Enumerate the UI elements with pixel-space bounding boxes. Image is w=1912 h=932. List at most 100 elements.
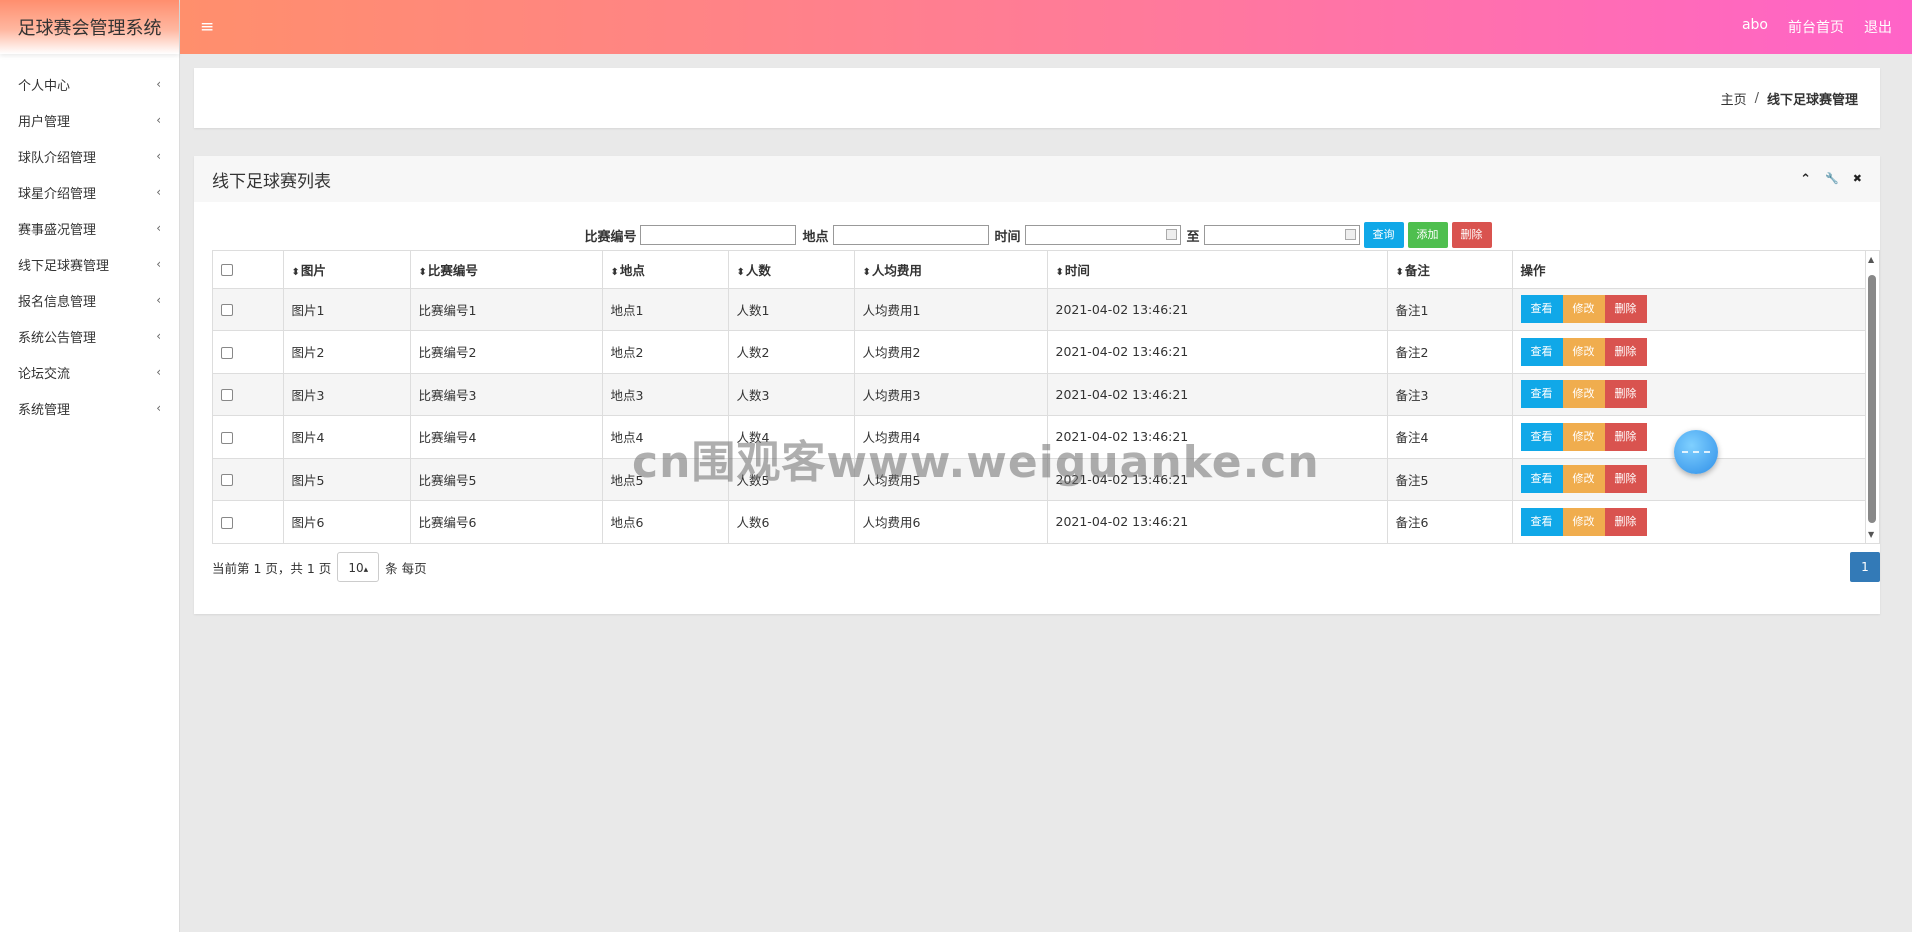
time-to-input[interactable] bbox=[1203, 225, 1360, 245]
sidebar-item-team-intro[interactable]: 球队介绍管理 ‹ bbox=[0, 138, 179, 174]
cell-time: 2021-04-02 13:46:21 bbox=[1047, 288, 1388, 331]
page-size-select[interactable]: 10▴ bbox=[337, 552, 380, 582]
view-button[interactable]: 查看 bbox=[1520, 295, 1563, 324]
menu-toggle-icon[interactable]: ≡ bbox=[200, 17, 214, 37]
column-header-label: 地点 bbox=[619, 262, 645, 278]
time-to-field[interactable] bbox=[1203, 225, 1360, 245]
sidebar-item-label: 个人中心 bbox=[18, 78, 71, 94]
sidebar-item-event-highlights[interactable]: 赛事盛况管理 ‹ bbox=[0, 210, 179, 246]
sidebar-item-offline-match[interactable]: 线下足球赛管理 ‹ bbox=[0, 246, 179, 282]
add-button[interactable]: 添加 bbox=[1407, 222, 1448, 248]
table-row: 图片6 比赛编号6 地点6 人数6 人均费用6 2021-04-02 13:46:21 备注… bbox=[213, 500, 1866, 544]
delete-button[interactable]: 删除 bbox=[1604, 507, 1647, 536]
query-button[interactable]: 查询 bbox=[1363, 222, 1404, 248]
batch-delete-button[interactable]: 删除 bbox=[1451, 222, 1492, 248]
row-checkbox[interactable] bbox=[221, 516, 233, 529]
sort-icon: ⬍ bbox=[418, 266, 427, 278]
cell-people: 人数3 bbox=[728, 373, 855, 416]
row-checkbox[interactable] bbox=[221, 389, 233, 402]
cell-image: 图片5 bbox=[283, 458, 411, 501]
cell-location: 地点3 bbox=[602, 373, 729, 416]
edit-button[interactable]: 修改 bbox=[1562, 295, 1605, 324]
sidebar-item-star-intro[interactable]: 球星介绍管理 ‹ bbox=[0, 174, 179, 210]
row-select-cell bbox=[213, 373, 284, 416]
cell-image: 图片6 bbox=[283, 500, 411, 544]
location-label: 地点 bbox=[802, 229, 829, 245]
time-from-input[interactable] bbox=[1024, 225, 1181, 245]
sidebar-item-forum[interactable]: 论坛交流 ‹ bbox=[0, 354, 179, 390]
cell-match-no: 比赛编号2 bbox=[410, 330, 603, 374]
cell-note: 备注5 bbox=[1387, 458, 1513, 501]
collapse-icon[interactable]: ⌃ bbox=[1800, 172, 1811, 187]
breadcrumb-home[interactable]: 主页 bbox=[1721, 89, 1747, 108]
front-home-link[interactable]: 前台首页 bbox=[1788, 17, 1844, 37]
calendar-icon[interactable] bbox=[1344, 229, 1356, 240]
row-select-cell bbox=[213, 500, 284, 544]
user-link[interactable]: abo bbox=[1742, 17, 1768, 37]
view-button[interactable]: 查看 bbox=[1520, 380, 1563, 409]
scroll-thumb[interactable] bbox=[1868, 275, 1876, 523]
calendar-icon[interactable] bbox=[1165, 229, 1177, 240]
cell-note: 备注2 bbox=[1387, 330, 1513, 374]
edit-button[interactable]: 修改 bbox=[1562, 380, 1605, 409]
logout-link[interactable]: 退出 bbox=[1864, 17, 1892, 37]
view-button[interactable]: 查看 bbox=[1520, 422, 1563, 451]
column-header-note[interactable]: ⬍备注 bbox=[1387, 251, 1513, 289]
column-header-label: 时间 bbox=[1064, 262, 1090, 278]
column-header-image[interactable]: ⬍图片 bbox=[283, 251, 411, 289]
column-header-time[interactable]: ⬍时间 bbox=[1047, 251, 1388, 289]
row-select-cell bbox=[213, 458, 284, 501]
sidebar-item-label: 系统管理 bbox=[18, 402, 71, 418]
cell-location: 地点6 bbox=[602, 500, 729, 544]
sidebar-item-registration[interactable]: 报名信息管理 ‹ bbox=[0, 282, 179, 318]
delete-button[interactable]: 删除 bbox=[1604, 380, 1647, 409]
select-all-checkbox[interactable] bbox=[221, 264, 233, 277]
view-button[interactable]: 查看 bbox=[1520, 507, 1563, 536]
row-select-cell bbox=[213, 415, 284, 459]
time-from-field[interactable] bbox=[1024, 225, 1181, 245]
cell-note: 备注3 bbox=[1387, 373, 1513, 416]
edit-button[interactable]: 修改 bbox=[1562, 337, 1605, 366]
column-header-label: 人数 bbox=[745, 262, 771, 278]
sidebar-item-personal-center[interactable]: 个人中心 ‹ bbox=[0, 66, 179, 102]
panel-tools: ⌃ 🔧 ✖ bbox=[1800, 172, 1862, 187]
column-header-people[interactable]: ⬍人数 bbox=[728, 251, 855, 289]
sidebar-item-announcements[interactable]: 系统公告管理 ‹ bbox=[0, 318, 179, 354]
column-header-fee[interactable]: ⬍人均费用 bbox=[854, 251, 1048, 289]
wrench-icon[interactable]: 🔧 bbox=[1825, 172, 1839, 187]
view-button[interactable]: 查看 bbox=[1520, 337, 1563, 366]
column-header-location[interactable]: ⬍地点 bbox=[602, 251, 729, 289]
sidebar-item-system[interactable]: 系统管理 ‹ bbox=[0, 390, 179, 426]
edit-button[interactable]: 修改 bbox=[1562, 507, 1605, 536]
scroll-up-icon[interactable]: ▲ bbox=[1868, 255, 1874, 264]
delete-button[interactable]: 删除 bbox=[1604, 295, 1647, 324]
row-checkbox[interactable] bbox=[221, 431, 233, 444]
row-checkbox[interactable] bbox=[221, 474, 233, 487]
column-header-match-no[interactable]: ⬍比赛编号 bbox=[410, 251, 603, 289]
edit-button[interactable]: 修改 bbox=[1562, 422, 1605, 451]
table-scrollbar[interactable]: ▲ ▼ bbox=[1865, 251, 1879, 543]
time-label: 时间 bbox=[994, 229, 1021, 245]
sidebar-item-user-management[interactable]: 用户管理 ‹ bbox=[0, 102, 179, 138]
cell-actions: 查看 修改 删除 bbox=[1512, 330, 1866, 374]
edit-button[interactable]: 修改 bbox=[1562, 465, 1605, 494]
view-button[interactable]: 查看 bbox=[1520, 465, 1563, 494]
to-label: 至 bbox=[1186, 229, 1200, 245]
match-no-input[interactable] bbox=[640, 225, 797, 245]
floating-assistant-icon[interactable] bbox=[1674, 430, 1718, 474]
location-input[interactable] bbox=[832, 225, 989, 245]
cell-location: 地点1 bbox=[602, 288, 729, 331]
cell-fee: 人均费用6 bbox=[854, 500, 1048, 544]
close-icon[interactable]: ✖ bbox=[1853, 172, 1862, 187]
page-button-1[interactable]: 1 bbox=[1850, 552, 1880, 582]
delete-button[interactable]: 删除 bbox=[1604, 422, 1647, 451]
scroll-down-icon[interactable]: ▼ bbox=[1868, 530, 1874, 539]
cell-fee: 人均费用3 bbox=[854, 373, 1048, 416]
sort-icon: ⬍ bbox=[610, 266, 619, 278]
row-checkbox[interactable] bbox=[221, 304, 233, 317]
delete-button[interactable]: 删除 bbox=[1604, 465, 1647, 494]
breadcrumb: 主页 / 线下足球赛管理 bbox=[194, 68, 1880, 128]
delete-button[interactable]: 删除 bbox=[1604, 337, 1647, 366]
sort-icon: ⬍ bbox=[291, 266, 300, 278]
row-checkbox[interactable] bbox=[221, 346, 233, 359]
